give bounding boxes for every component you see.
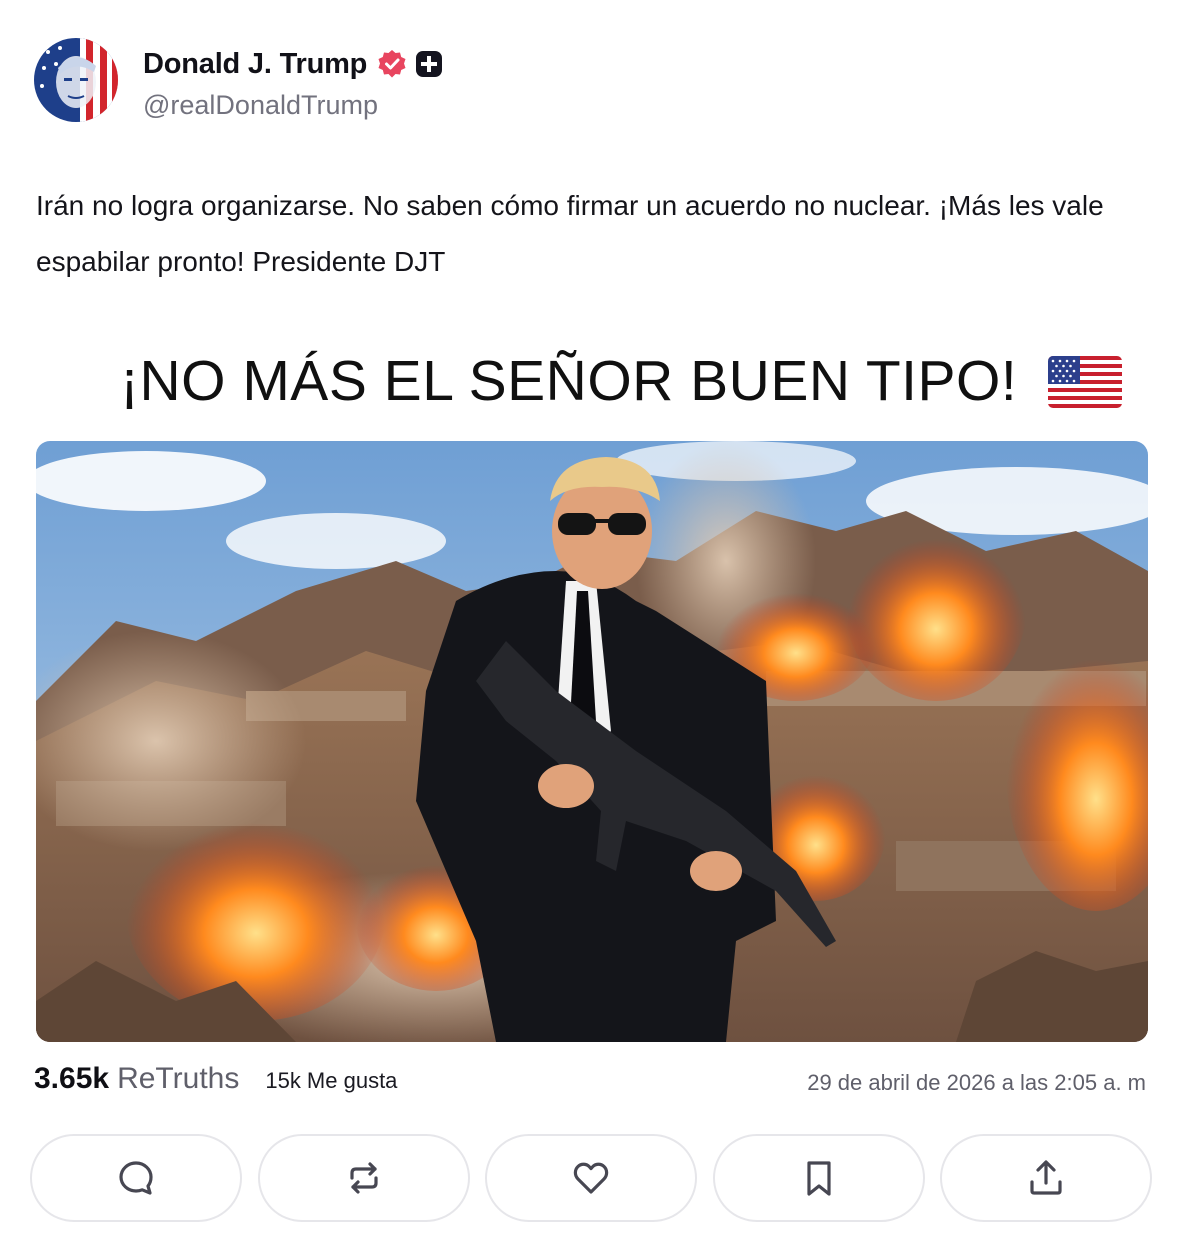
- post-timestamp: 29 de abril de 2026 a las 2:05 a. m: [807, 1070, 1146, 1095]
- post-text: Irán no logra organizarse. No saben cómo…: [36, 190, 1104, 277]
- reply-icon: [119, 1161, 153, 1195]
- author-display-name[interactable]: Donald J. Trump: [143, 48, 367, 81]
- plus-badge-icon: [415, 50, 443, 78]
- retruth-button[interactable]: [257, 1134, 470, 1222]
- author-name-row: Donald J. Trump: [143, 44, 443, 84]
- like-icon: [573, 1162, 609, 1194]
- share-icon: [1030, 1160, 1062, 1195]
- post-media-image[interactable]: [36, 441, 1148, 1042]
- bookmark-icon: [806, 1161, 831, 1196]
- media-headline: ¡NO MÁS EL SEÑOR BUEN TIPO!: [120, 349, 1018, 413]
- like-button[interactable]: [485, 1134, 697, 1222]
- us-flag-icon: [1048, 356, 1122, 408]
- verified-badge-icon: [377, 49, 407, 79]
- post-stats: 3.65k ReTruths 15k Me gusta: [34, 1062, 397, 1104]
- retruth-icon: [349, 1162, 378, 1194]
- action-bar: [30, 1134, 1152, 1222]
- retruths-count[interactable]: 3.65k: [34, 1062, 109, 1096]
- post-card: Donald J. Trump @realDonaldTrump Irán no…: [0, 0, 1180, 1244]
- author-handle[interactable]: @realDonaldTrump: [143, 90, 378, 121]
- share-button[interactable]: [940, 1134, 1152, 1222]
- likes-count[interactable]: 15k Me gusta: [265, 1068, 397, 1094]
- bookmark-button[interactable]: [712, 1134, 925, 1222]
- reply-button[interactable]: [30, 1134, 242, 1222]
- retruths-label[interactable]: ReTruths: [117, 1062, 239, 1096]
- author-avatar[interactable]: [34, 38, 118, 122]
